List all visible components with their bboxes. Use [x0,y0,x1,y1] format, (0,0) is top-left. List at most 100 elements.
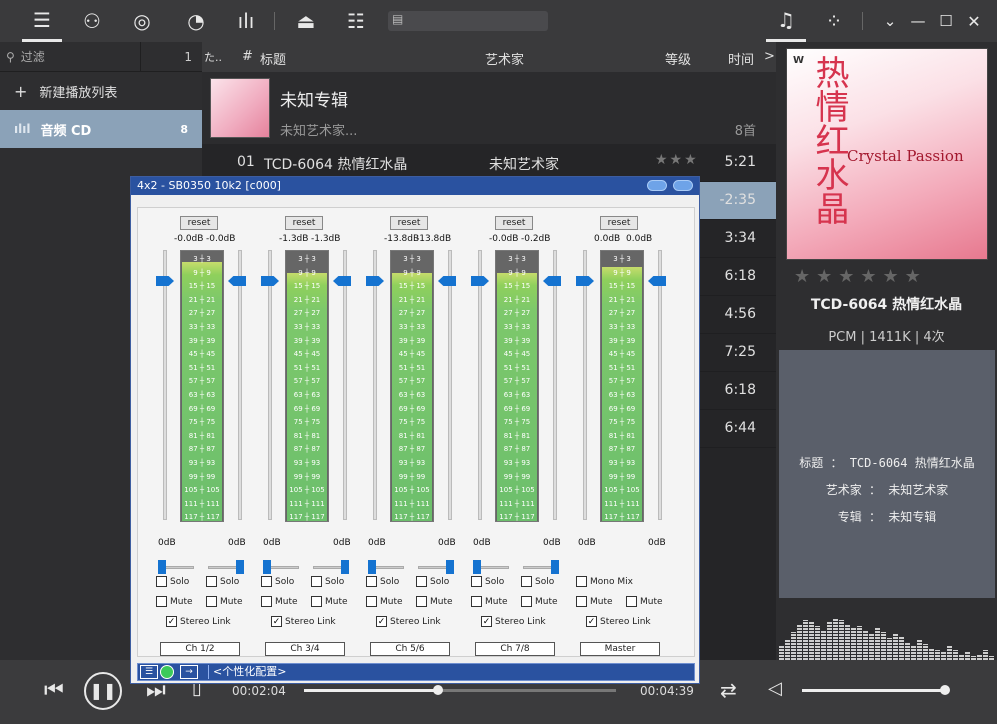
mute-left-checkbox[interactable]: Mute [576,596,613,607]
mute-left-checkbox[interactable]: Mute [471,596,508,607]
disc-icon[interactable]: ◎ [122,0,162,42]
fader-right[interactable] [448,250,452,520]
meter-scale-label: 45 ┼ 45 [503,350,531,359]
stereo-link-checkbox[interactable]: ✓ Stereo Link [586,616,651,627]
fader-left-handle[interactable] [156,276,174,286]
close-icon[interactable]: ✕ [954,0,994,42]
fader-right[interactable] [658,250,662,520]
solo-left-checkbox[interactable]: Solo [471,576,504,587]
column-header-number[interactable]: # [242,49,253,64]
reset-button[interactable]: reset [180,216,218,230]
pause-icon[interactable]: ❚❚ [84,672,122,710]
meter-scale-label: 15 ┼ 15 [398,282,426,291]
solo-right-checkbox[interactable]: Solo [311,576,344,587]
pan-left-handle[interactable] [473,560,481,574]
zero-db-left: 0dB [578,538,596,548]
meter-scale-label: 57 ┼ 57 [398,377,426,386]
column-header-c1[interactable]: た.. [204,49,222,65]
spectrum-bar [965,652,970,660]
stereo-link-checkbox[interactable]: ✓ Stereo Link [376,616,441,627]
fader-right[interactable] [343,250,347,520]
equalizer-icon[interactable]: ılı [226,0,266,42]
pan-left-handle[interactable] [368,560,376,574]
fader-left[interactable] [373,250,377,520]
reset-button[interactable]: reset [285,216,323,230]
rating-stars[interactable]: ★★★★★★ [794,266,927,287]
fader-left-handle[interactable] [366,276,384,286]
mute-right-checkbox[interactable]: Mute [521,596,558,607]
mute-left-checkbox[interactable]: Mute [261,596,298,607]
toolbar-search-box[interactable]: ▤ [388,11,548,31]
fader-left-handle[interactable] [261,276,279,286]
fader-left[interactable] [583,250,587,520]
reset-button[interactable]: reset [495,216,533,230]
reset-button[interactable]: reset [390,216,428,230]
music-note-icon[interactable]: ♫ [766,0,806,42]
list-icon[interactable]: ☰ [22,0,62,42]
mixer-arrow-icon[interactable]: → [180,665,198,679]
mute-left-checkbox[interactable]: Mute [156,596,193,607]
mute-right-checkbox[interactable]: Mute [626,596,663,607]
solo-right-checkbox[interactable]: Solo [206,576,239,587]
meter-scale-label: 105 ┼ 105 [604,486,640,495]
fader-left[interactable] [478,250,482,520]
meter-scale-label: 81 ┼ 81 [398,431,426,440]
fader-right[interactable] [238,250,242,520]
mute-right-checkbox[interactable]: Mute [206,596,243,607]
fader-left-handle[interactable] [471,276,489,286]
fader-left[interactable] [163,250,167,520]
solo-left-checkbox[interactable]: Solo [366,576,399,587]
fader-right[interactable] [553,250,557,520]
solo-left-checkbox[interactable]: Solo [156,576,189,587]
stereo-link-checkbox[interactable]: ✓ Stereo Link [166,616,231,627]
eject-icon[interactable]: ⏏ [286,0,326,42]
stereo-link-checkbox[interactable]: ✓ Stereo Link [271,616,336,627]
mono-mix-checkbox[interactable]: Mono Mix [576,576,633,587]
mixer-list-icon[interactable]: ☰ [140,665,158,679]
column-header-time[interactable]: 时间 [728,49,754,68]
volume-icon[interactable]: ◁ [768,678,782,699]
user-icon[interactable]: ⚇ [72,0,112,42]
solo-left-checkbox[interactable]: Solo [261,576,294,587]
track-duration: 6:44 [724,420,756,436]
column-header-artist[interactable]: 艺术家 [485,49,524,68]
filter-input[interactable]: 过滤 [21,48,45,65]
pan-left-handle[interactable] [158,560,166,574]
gauge-icon[interactable]: ◔ [176,0,216,42]
solo-right-checkbox[interactable]: Solo [416,576,449,587]
meter-scale-label: 15 ┼ 15 [503,282,531,291]
channel-name: Ch 3/4 [265,642,345,656]
mute-left-checkbox[interactable]: Mute [366,596,403,607]
reset-button[interactable]: reset [600,216,638,230]
fader-left[interactable] [268,250,272,520]
mixer-title-bar[interactable]: 4x2 - SB0350 10k2 [c000] [131,177,699,195]
track-duration: 6:18 [724,268,756,284]
meter-scale-label: 9 ┼ 9 [613,268,631,277]
fader-right-handle[interactable] [648,276,666,286]
filter-bar[interactable]: ⚲ 过滤 1 [0,42,202,72]
fader-left-handle[interactable] [576,276,594,286]
solo-right-checkbox[interactable]: Solo [521,576,554,587]
column-header-title[interactable]: 标题 [260,49,286,68]
cover-english-title: Crystal Passion [847,147,964,165]
mixer-close-button[interactable] [673,180,693,191]
previous-icon[interactable]: ⏮ [44,678,64,703]
volume-knob[interactable] [940,685,951,695]
album-header-row[interactable]: 未知专辑 未知艺术家... 8首 [202,72,776,144]
sliders-icon[interactable]: ☷ [336,0,376,42]
mute-right-checkbox[interactable]: Mute [311,596,348,607]
sidebar-item-audio-cd[interactable]: ılıl 音频 CD 8 [0,110,202,148]
mute-right-checkbox[interactable]: Mute [416,596,453,607]
pan-left-handle[interactable] [263,560,271,574]
column-header-more[interactable]: > [764,49,775,64]
mixer-minimize-button[interactable] [647,180,667,191]
column-header-rating[interactable]: 等级 [665,49,691,68]
grid-icon[interactable]: ⁘ [814,0,854,42]
seek-knob[interactable] [433,685,444,695]
mixer-status-icon[interactable] [160,665,174,679]
repeat-icon[interactable]: ⇄ [720,678,737,702]
new-playlist-button[interactable]: + 新建播放列表 [0,72,202,110]
stereo-link-checkbox[interactable]: ✓ Stereo Link [481,616,546,627]
meter-scale-label: 15 ┼ 15 [293,282,321,291]
mixer-config-label[interactable]: <个性化配置> [208,665,694,679]
